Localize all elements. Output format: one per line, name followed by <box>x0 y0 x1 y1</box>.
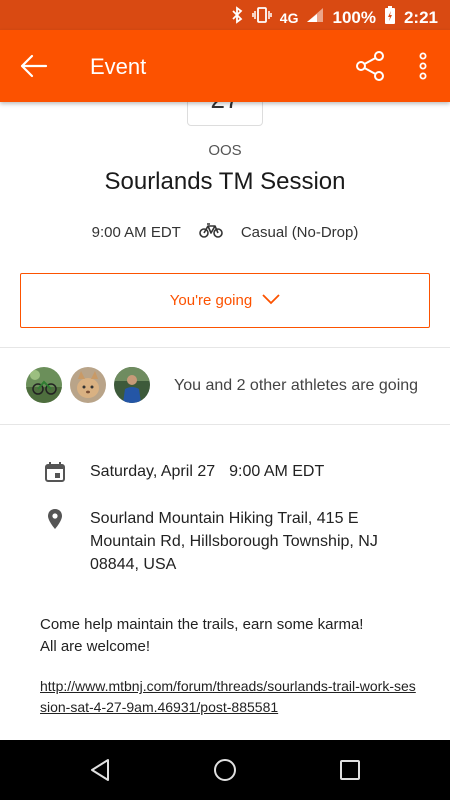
chevron-down-icon <box>262 292 280 309</box>
battery-charging-icon <box>384 5 396 30</box>
share-icon[interactable] <box>352 48 388 84</box>
page-title: Event <box>90 54 147 79</box>
event-description: Come help maintain the trails, earn some… <box>40 614 420 658</box>
divider <box>0 347 450 348</box>
nav-back-icon[interactable] <box>86 756 114 784</box>
attendees-summary[interactable]: You and 2 other athletes are going <box>174 377 418 395</box>
arrow-left-icon[interactable] <box>16 48 52 84</box>
avatar[interactable] <box>70 367 106 403</box>
nav-home-icon[interactable] <box>211 756 239 784</box>
description-link[interactable]: http://www.mtbnj.com/forum/threads/sourl… <box>40 676 420 718</box>
nav-recents-icon[interactable] <box>336 756 364 784</box>
calendar-icon <box>44 461 66 483</box>
rsvp-going-button[interactable]: You're going <box>20 273 430 328</box>
attendee-avatars[interactable] <box>26 367 150 403</box>
event-date-time: 9:00 AM EDT <box>229 463 325 480</box>
event-title: Sourlands TM Session <box>104 168 346 195</box>
location-pin-icon <box>44 508 66 530</box>
more-vertical-icon[interactable] <box>410 48 436 84</box>
event-date: Saturday, April 27 9:00 AM EDT <box>90 463 338 481</box>
bicycle-icon <box>199 222 223 242</box>
event-meta: 9:00 AM EDT Casual (No-Drop) <box>0 222 450 242</box>
divider <box>0 424 450 425</box>
club-name[interactable]: OOS <box>0 142 450 159</box>
event-address[interactable]: Sourland Mountain Hiking Trail, 415 E Mo… <box>90 507 390 576</box>
battery-percent: 100% <box>332 7 376 27</box>
avatar[interactable] <box>26 367 62 403</box>
description-line: All are welcome! <box>40 638 151 655</box>
event-time: 9:00 AM EDT <box>91 223 181 241</box>
app-bar: Event <box>0 30 450 102</box>
rsvp-label: You're going <box>169 292 253 309</box>
vibrate-icon <box>252 6 272 29</box>
event-date-day: Saturday, April 27 <box>90 463 216 480</box>
ride-type: Casual (No-Drop) <box>240 223 359 241</box>
avatar[interactable] <box>114 367 150 403</box>
description-line: Come help maintain the trails, earn some… <box>40 616 364 633</box>
bluetooth-icon <box>230 6 244 29</box>
clock: 2:21 <box>403 7 438 27</box>
network-type: 4G <box>279 9 299 26</box>
signal-icon <box>306 7 324 28</box>
system-nav-bar <box>0 740 450 800</box>
status-bar: 4G 100% 2:21 <box>0 0 450 30</box>
